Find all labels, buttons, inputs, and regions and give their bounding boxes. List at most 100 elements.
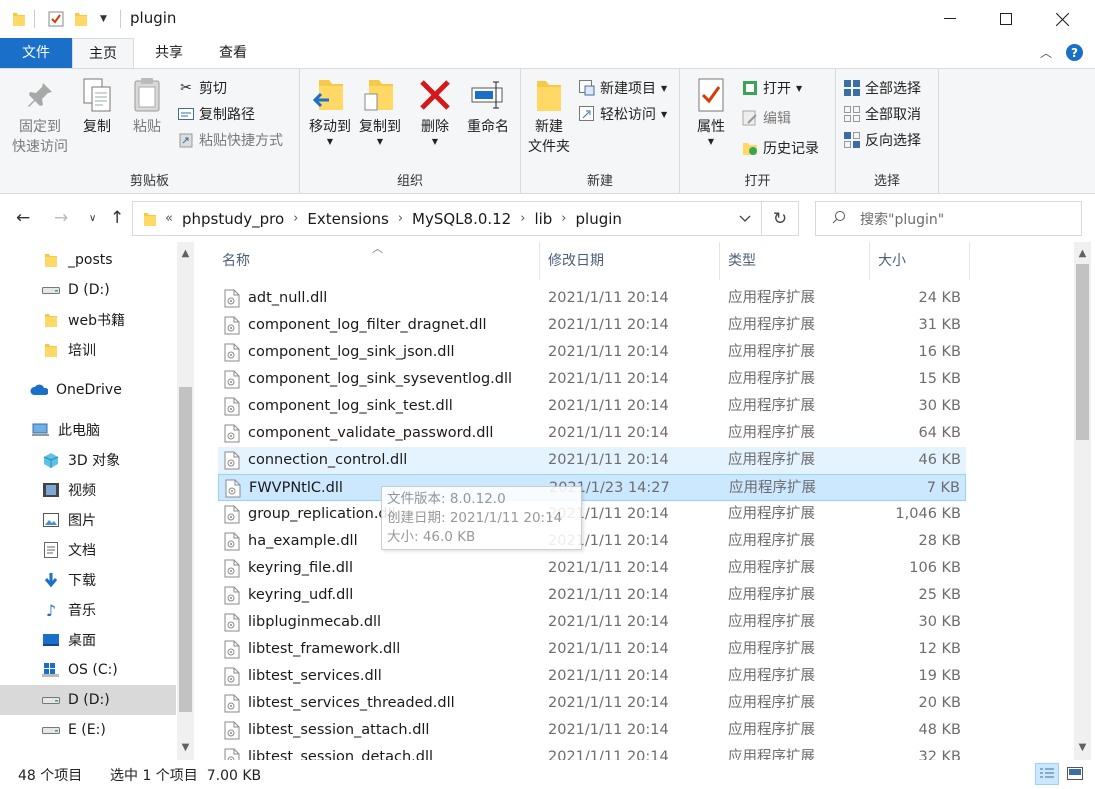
file-modified: 2021/1/11 20:14 <box>548 749 669 760</box>
nav-item-onedrive[interactable]: OneDrive <box>0 375 176 405</box>
nav-item-documents[interactable]: 文档 <box>0 535 176 565</box>
nav-item-training[interactable]: 培训 <box>0 335 176 365</box>
scroll-up-icon[interactable]: ▲ <box>177 248 194 259</box>
column-header-size[interactable]: 大小 <box>870 242 970 280</box>
large-icons-view-icon[interactable] <box>1063 763 1087 785</box>
breadcrumb-plugin[interactable]: plugin <box>576 210 622 228</box>
forward-arrow-icon[interactable]: → <box>54 208 68 228</box>
table-row[interactable]: component_log_sink_json.dll 2021/1/11 20:… <box>218 339 966 366</box>
table-row[interactable]: connection_control.dll 2021/1/11 20:14 应用程… <box>218 447 966 474</box>
scroll-down-icon[interactable]: ▼ <box>1074 742 1091 753</box>
file-list-scrollbar-thumb[interactable] <box>1076 264 1089 440</box>
properties-quick-icon[interactable] <box>48 10 64 28</box>
copy-button[interactable]: 复制 <box>76 75 118 137</box>
breadcrumb-lib[interactable]: lib <box>534 210 552 228</box>
table-row[interactable]: component_log_sink_syseventlog.dll 2021/1… <box>218 366 966 393</box>
move-to-button[interactable]: 移动到 ▼ <box>306 75 354 147</box>
nav-scrollbar-thumb[interactable] <box>179 387 192 712</box>
address-history-chevron-icon[interactable] <box>727 201 762 236</box>
nav-item-videos[interactable]: 视频 <box>0 475 176 505</box>
breadcrumb-phpstudy-pro[interactable]: phpstudy_pro <box>182 210 284 228</box>
rename-button[interactable]: 重命名 <box>462 75 514 137</box>
nav-item-this-pc[interactable]: 此电脑 <box>0 415 176 445</box>
chevron-right-icon[interactable]: › <box>398 211 403 226</box>
paste-button[interactable]: 粘贴 <box>124 75 170 137</box>
tab-share[interactable]: 共享 <box>140 38 198 68</box>
breadcrumb-mysql[interactable]: MySQL8.0.12 <box>412 210 511 228</box>
cut-button[interactable]: ✂ 剪切 <box>178 77 227 99</box>
nav-item-c-drive[interactable]: OS (C:) <box>0 655 176 685</box>
table-row[interactable]: libtest_services.dll 2021/1/11 20:14 应用程序扩… <box>218 663 966 690</box>
new-item-button[interactable]: 新建项目 ▼ <box>579 77 667 99</box>
minimize-button[interactable] <box>922 0 978 38</box>
select-all-button[interactable]: 全部选择 <box>844 77 921 99</box>
delete-button[interactable]: 删除 ▼ <box>414 75 456 147</box>
new-folder-button[interactable]: 新建 文件夹 <box>525 75 573 157</box>
search-input[interactable]: 搜索"plugin" <box>815 201 1082 236</box>
edit-button[interactable]: 编辑 <box>742 107 791 129</box>
file-name: group_replication.dll <box>248 506 396 522</box>
nav-item-d-drive-selected[interactable]: D (D:) <box>0 685 176 715</box>
table-row[interactable]: libtest_session_attach.dll 2021/1/11 20:1… <box>218 717 966 744</box>
tab-view[interactable]: 查看 <box>204 38 262 68</box>
table-row[interactable]: libpluginmecab.dll 2021/1/11 20:14 应用程序扩展 3… <box>218 609 966 636</box>
nav-item-downloads[interactable]: 下载 <box>0 565 176 595</box>
history-button[interactable]: 历史记录 <box>742 137 819 159</box>
maximize-button[interactable] <box>978 0 1034 38</box>
chevron-right-icon[interactable]: › <box>293 211 298 226</box>
breadcrumb-extensions[interactable]: Extensions <box>307 210 388 228</box>
table-row[interactable]: ha_example.dll 2021/1/11 20:14 应用程序扩展 28 KB <box>218 528 966 555</box>
easy-access-button[interactable]: 轻松访问 ▼ <box>579 103 667 125</box>
table-row[interactable]: group_replication.dll 2021/1/11 20:14 应用程序… <box>218 501 966 528</box>
table-row[interactable]: FWVPNtlC.dll 2021/1/23 14:27 应用程序扩展 7 KB <box>218 474 966 501</box>
column-header-modified[interactable]: 修改日期 <box>540 242 720 280</box>
nav-scrollbar[interactable]: ▲ ▼ <box>177 242 194 760</box>
up-arrow-icon[interactable]: ↑ <box>110 208 124 228</box>
table-row[interactable]: adt_null.dll 2021/1/11 20:14 应用程序扩展 24 KB <box>218 285 966 312</box>
invert-selection-button[interactable]: 反向选择 <box>844 129 921 151</box>
table-row[interactable]: keyring_file.dll 2021/1/11 20:14 应用程序扩展 106… <box>218 555 966 582</box>
open-button[interactable]: 打开 ▼ <box>742 77 802 99</box>
refresh-icon[interactable]: ↻ <box>762 201 799 236</box>
nav-item-web-books[interactable]: web书籍 <box>0 305 176 335</box>
details-view-icon[interactable] <box>1035 763 1059 785</box>
close-button[interactable] <box>1034 0 1090 38</box>
nav-item-d-drive[interactable]: D (D:) <box>0 275 176 305</box>
paste-shortcut-button[interactable]: 粘贴快捷方式 <box>178 129 283 151</box>
table-row[interactable]: component_log_filter_dragnet.dll 2021/1/1… <box>218 312 966 339</box>
copy-path-button[interactable]: 复制路径 <box>178 103 255 125</box>
chevron-right-icon[interactable]: › <box>520 211 525 226</box>
scroll-down-icon[interactable]: ▼ <box>177 742 194 753</box>
pin-quick-access-button[interactable]: 固定到 快速访问 <box>8 75 72 157</box>
nav-item-posts[interactable]: _posts <box>0 245 176 275</box>
chevron-right-icon[interactable]: › <box>561 211 566 226</box>
copy-to-button[interactable]: 复制到 ▼ <box>356 75 404 147</box>
tab-home[interactable]: 主页 <box>72 38 134 69</box>
nav-item-3d-objects[interactable]: 3D 对象 <box>0 445 176 475</box>
nav-item-music[interactable]: ♪ 音乐 <box>0 595 176 625</box>
column-header-name[interactable]: 名称 <box>214 242 540 280</box>
file-list-scrollbar[interactable]: ▲ ▼ <box>1074 242 1091 760</box>
scroll-up-icon[interactable]: ▲ <box>1074 248 1091 259</box>
column-header-type[interactable]: 类型 <box>720 242 870 280</box>
table-row[interactable]: component_validate_password.dll 2021/1/11… <box>218 420 966 447</box>
nav-item-e-drive[interactable]: E (E:) <box>0 715 176 745</box>
table-row[interactable]: libtest_session_detach.dll 2021/1/11 20:1… <box>218 744 966 760</box>
properties-button[interactable]: 属性 ▼ <box>690 75 732 147</box>
table-row[interactable]: component_log_sink_test.dll 2021/1/11 20:… <box>218 393 966 420</box>
select-none-button[interactable]: 全部取消 <box>844 103 921 125</box>
table-row[interactable]: libtest_framework.dll 2021/1/11 20:14 应用程序… <box>218 636 966 663</box>
address-bar[interactable]: « phpstudy_pro › Extensions › MySQL8.0.1… <box>132 201 762 236</box>
nav-item-pictures[interactable]: 图片 <box>0 505 176 535</box>
table-row[interactable]: libtest_services_threaded.dll 2021/1/11 2… <box>218 690 966 717</box>
tab-file[interactable]: 文件 <box>0 38 72 68</box>
table-row[interactable]: keyring_udf.dll 2021/1/11 20:14 应用程序扩展 25 K… <box>218 582 966 609</box>
recent-locations-chevron-icon[interactable]: ∨ <box>89 213 96 224</box>
collapse-ribbon-icon[interactable]: ︿ <box>1040 44 1052 61</box>
customize-quick-access-icon[interactable]: ▼ <box>100 10 107 28</box>
back-arrow-icon[interactable]: ← <box>16 208 30 228</box>
nav-item-desktop[interactable]: 桌面 <box>0 625 176 655</box>
breadcrumb-overflow[interactable]: « <box>165 211 173 226</box>
new-folder-quick-icon[interactable] <box>74 10 88 28</box>
help-icon[interactable]: ? <box>1066 44 1083 61</box>
